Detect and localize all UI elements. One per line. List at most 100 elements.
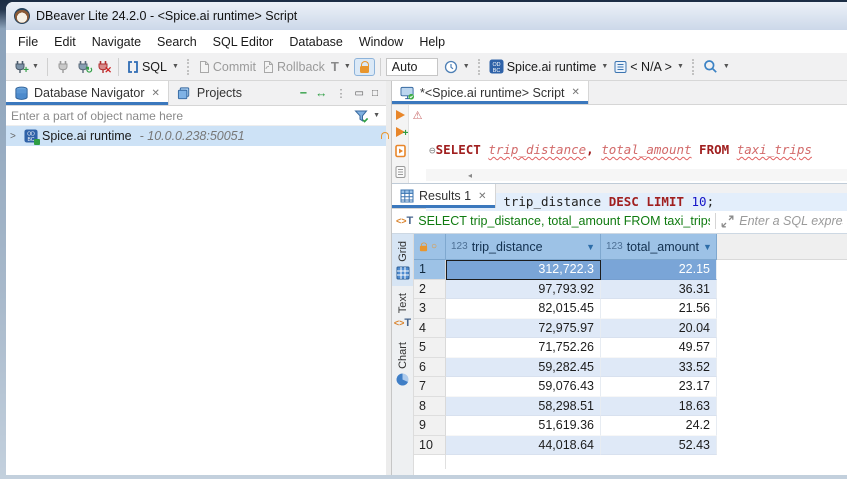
close-icon[interactable]: ✕: [478, 191, 486, 202]
cell-total-amount[interactable]: 52.43: [601, 436, 717, 456]
cell-trip-distance[interactable]: 97,793.92: [446, 280, 601, 300]
menu-edit[interactable]: Edit: [46, 32, 84, 52]
minimize-panel-icon[interactable]: ▭: [355, 88, 364, 99]
menu-help[interactable]: Help: [411, 32, 453, 52]
table-row[interactable]: 8 58,298.51 18.63: [414, 397, 847, 417]
chevron-down-icon[interactable]: ▼: [723, 63, 730, 70]
cell-trip-distance[interactable]: 44,018.64: [446, 436, 601, 456]
table-row[interactable]: 4 72,975.97 20.04: [414, 319, 847, 339]
disconnect-button[interactable]: ✕: [93, 58, 113, 76]
sql-expression-icon: <>T: [396, 215, 413, 227]
scroll-left-icon[interactable]: ◂: [468, 171, 472, 180]
chevron-down-icon[interactable]: ▼: [373, 112, 380, 119]
cell-total-amount[interactable]: 21.56: [601, 299, 717, 319]
row-number[interactable]: 9: [414, 416, 446, 436]
row-number[interactable]: 6: [414, 358, 446, 378]
active-schema-selector[interactable]: < N/A > ▼: [611, 58, 687, 76]
view-menu-icon[interactable]: ⋮: [336, 87, 347, 100]
execute-new-tab-button[interactable]: +: [396, 127, 405, 137]
row-number[interactable]: 7: [414, 377, 446, 397]
tab-script-editor[interactable]: *<Spice.ai runtime> Script ✕: [392, 81, 589, 104]
search-button[interactable]: ▼: [700, 57, 733, 76]
cell-trip-distance[interactable]: 72,975.97: [446, 319, 601, 339]
row-number[interactable]: 5: [414, 338, 446, 358]
maximize-panel-icon[interactable]: □: [372, 88, 378, 99]
menu-search[interactable]: Search: [149, 32, 205, 52]
menu-sql-editor[interactable]: SQL Editor: [205, 32, 282, 52]
table-row[interactable]: 3 82,015.45 21.56: [414, 299, 847, 319]
tree-item-connection[interactable]: > ODBC Spice.ai runtime - 10.0.0.238:500…: [6, 126, 386, 146]
tab-text[interactable]: Text <>T: [392, 286, 413, 335]
row-number[interactable]: 8: [414, 397, 446, 417]
cell-trip-distance[interactable]: 312,722.3: [446, 260, 601, 280]
table-row[interactable]: 1 312,722.3 22.15: [414, 260, 847, 280]
tab-projects[interactable]: Projects: [169, 81, 250, 105]
menu-navigate[interactable]: Navigate: [84, 32, 149, 52]
chevron-down-icon[interactable]: ▼: [601, 63, 608, 70]
reconnect-button[interactable]: ↻: [73, 58, 93, 76]
row-number[interactable]: 3: [414, 299, 446, 319]
cell-trip-distance[interactable]: 82,015.45: [446, 299, 601, 319]
connection-lock-button[interactable]: [354, 58, 375, 76]
explain-plan-icon[interactable]: [394, 165, 407, 179]
close-icon[interactable]: ✕: [572, 87, 580, 98]
editor-horizontal-scrollbar[interactable]: ◂: [426, 169, 847, 181]
commit-button[interactable]: Commit: [195, 58, 259, 76]
filter-funnel-icon[interactable]: [354, 109, 369, 123]
transaction-log-button[interactable]: ▼: [441, 58, 473, 76]
tab-database-navigator[interactable]: Database Navigator ✕: [6, 81, 169, 105]
close-icon[interactable]: ✕: [151, 88, 159, 99]
fold-minus-icon[interactable]: ⊖: [429, 144, 436, 157]
tab-results-1[interactable]: Results 1 ✕: [392, 184, 496, 208]
row-number[interactable]: 4: [414, 319, 446, 339]
collapse-all-icon[interactable]: −: [300, 86, 307, 100]
chevron-down-icon[interactable]: ▼: [172, 63, 179, 70]
menu-window[interactable]: Window: [351, 32, 411, 52]
table-row[interactable]: 6 59,282.45 33.52: [414, 358, 847, 378]
annotation-ruler: ⚠: [409, 105, 426, 183]
active-connection-selector[interactable]: ODBC Spice.ai runtime ▼: [486, 57, 612, 76]
cell-total-amount[interactable]: 36.31: [601, 280, 717, 300]
transaction-mode-button[interactable]: T ▼: [328, 57, 354, 76]
cell-trip-distance[interactable]: 58,298.51: [446, 397, 601, 417]
execute-statement-button[interactable]: [396, 110, 405, 120]
table-row[interactable]: 2 97,793.92 36.31: [414, 280, 847, 300]
tab-grid[interactable]: Grid: [392, 234, 413, 286]
expander-icon[interactable]: >: [10, 131, 20, 142]
cell-total-amount[interactable]: 18.63: [601, 397, 717, 417]
table-row[interactable]: 10 44,018.64 52.43: [414, 436, 847, 456]
table-row[interactable]: 5 71,752.26 49.57: [414, 338, 847, 358]
cell-total-amount[interactable]: 20.04: [601, 319, 717, 339]
menu-file[interactable]: File: [10, 32, 46, 52]
cell-total-amount[interactable]: 49.57: [601, 338, 717, 358]
cell-trip-distance[interactable]: 51,619.36: [446, 416, 601, 436]
cell-total-amount[interactable]: 22.15: [601, 260, 717, 280]
execute-script-icon[interactable]: [394, 144, 407, 158]
link-with-editor-icon[interactable]: ↔: [315, 86, 328, 100]
row-number[interactable]: 2: [414, 280, 446, 300]
row-number[interactable]: 10: [414, 436, 446, 456]
chevron-down-icon[interactable]: ▼: [677, 63, 684, 70]
menu-database[interactable]: Database: [281, 32, 351, 52]
chevron-down-icon[interactable]: ▼: [344, 63, 351, 70]
cell-trip-distance[interactable]: 59,076.43: [446, 377, 601, 397]
connect-button[interactable]: [53, 58, 73, 76]
row-number[interactable]: 1: [414, 260, 446, 280]
tab-chart[interactable]: Chart: [392, 335, 413, 392]
cell-total-amount[interactable]: 24.2: [601, 416, 717, 436]
chevron-down-icon[interactable]: ▼: [32, 63, 39, 70]
commit-mode-field[interactable]: Auto: [386, 58, 438, 76]
cell-total-amount[interactable]: 23.17: [601, 377, 717, 397]
readonly-lock-icon: [420, 246, 427, 252]
table-row[interactable]: 9 51,619.36 24.2: [414, 416, 847, 436]
chevron-down-icon[interactable]: ▼: [463, 63, 470, 70]
rollback-button[interactable]: Rollback: [259, 58, 328, 76]
cell-trip-distance[interactable]: 59,282.45: [446, 358, 601, 378]
schema-label: < N/A >: [630, 60, 672, 74]
object-filter-input[interactable]: [6, 107, 354, 125]
sql-editor-button[interactable]: SQL ▼: [124, 58, 182, 76]
cell-trip-distance[interactable]: 71,752.26: [446, 338, 601, 358]
new-connection-button[interactable]: + ▼: [10, 58, 42, 76]
cell-total-amount[interactable]: 33.52: [601, 358, 717, 378]
table-row[interactable]: 7 59,076.43 23.17: [414, 377, 847, 397]
